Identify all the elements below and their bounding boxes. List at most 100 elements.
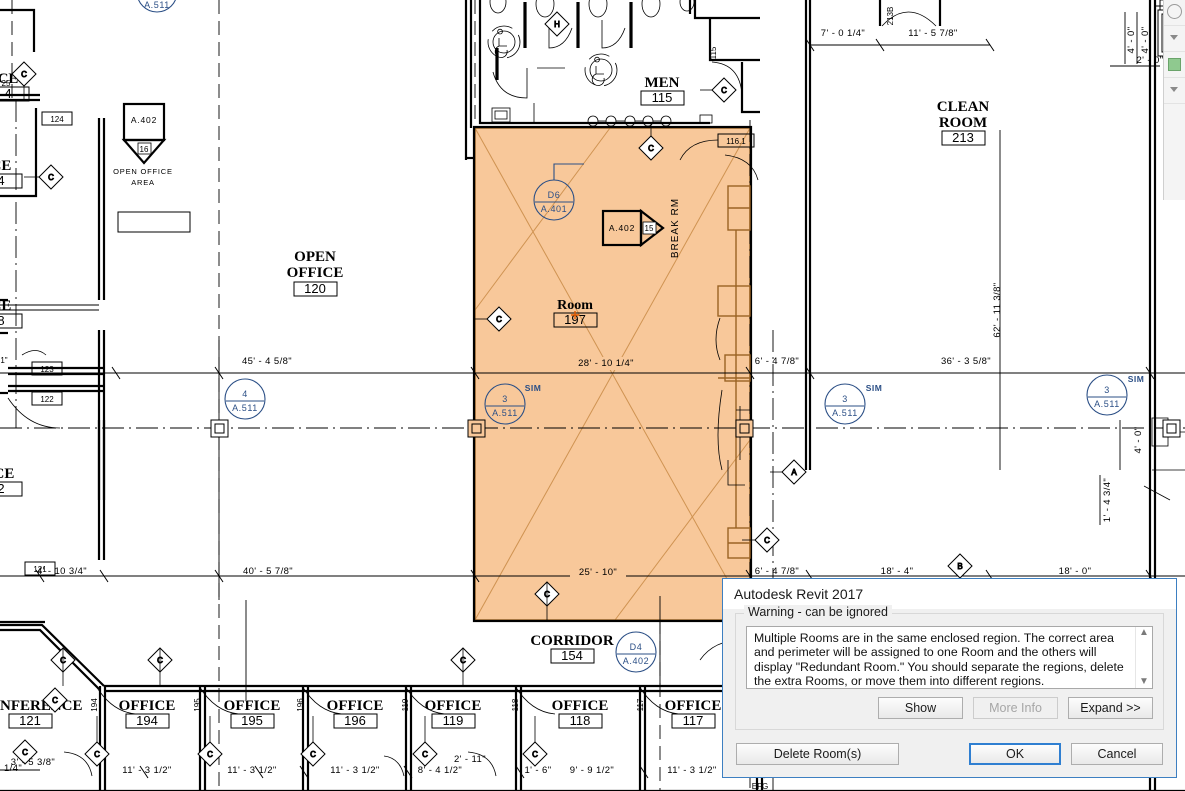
svg-text:A.511: A.511 — [832, 408, 858, 418]
svg-text:1' - 6": 1' - 6" — [525, 765, 552, 776]
svg-text:A.402: A.402 — [609, 223, 635, 233]
svg-text:194: 194 — [136, 713, 158, 728]
svg-text:OFFICE: OFFICE — [287, 265, 344, 281]
svg-text:18' - 4": 18' - 4" — [881, 566, 914, 577]
ok-button[interactable]: OK — [969, 743, 1061, 765]
svg-text:OPEN OFFICE: OPEN OFFICE — [113, 167, 173, 176]
chevron-down-icon — [1170, 87, 1178, 92]
green-swatch-icon — [1168, 58, 1181, 71]
svg-text:15: 15 — [645, 224, 654, 233]
scroll-up-icon[interactable]: ▲ — [1139, 628, 1149, 638]
svg-text:CONFERENCE: CONFERENCE — [0, 698, 83, 714]
room-label-partial-4: CE 4 — [0, 158, 23, 189]
room-label-corridor-154: CORRIDOR 154 — [530, 633, 614, 664]
more-info-button: More Info — [973, 697, 1058, 719]
svg-text:C: C — [207, 750, 213, 759]
svg-text:OFFICE: OFFICE — [425, 698, 482, 714]
callout-d4-a402: D4 A.402 — [615, 631, 657, 673]
cancel-button[interactable]: Cancel — [1071, 743, 1163, 765]
svg-text:119: 119 — [443, 713, 464, 728]
svg-text:45' - 4 5/8": 45' - 4 5/8" — [242, 356, 292, 367]
panel-row-chevron-1[interactable] — [1164, 26, 1185, 52]
svg-text:OFFICE: OFFICE — [665, 698, 722, 714]
svg-text:118: 118 — [511, 698, 520, 711]
svg-text:117: 117 — [683, 713, 704, 728]
svg-text:11' - 5 7/8": 11' - 5 7/8" — [908, 28, 957, 39]
svg-text:CLEAN: CLEAN — [937, 99, 990, 115]
warning-group-legend: Warning - can be ignored — [744, 605, 892, 619]
room-label-men-115: MEN 115 — [640, 75, 685, 106]
svg-text:3: 3 — [842, 394, 848, 404]
svg-text:C: C — [21, 70, 27, 79]
room-label-office-118: OFFICE 118 — [552, 698, 609, 729]
svg-text:11' - 3 1/2": 11' - 3 1/2" — [667, 765, 716, 776]
svg-text:2' - 0": 2' - 0" — [1137, 55, 1164, 66]
dialog-body: Warning - can be ignored Multiple Rooms … — [723, 605, 1176, 765]
svg-text:122: 122 — [40, 395, 54, 404]
svg-text:4: 4 — [242, 389, 248, 399]
svg-text:11' - 3 1/2": 11' - 3 1/2" — [330, 765, 379, 776]
revit-warning-dialog[interactable]: Autodesk Revit 2017 Warning - can be ign… — [722, 578, 1177, 778]
svg-text:OFFICE: OFFICE — [327, 698, 384, 714]
room-label-office-196: OFFICE 196 — [327, 698, 384, 729]
delete-rooms-button[interactable]: Delete Room(s) — [736, 743, 899, 765]
warning-message-box[interactable]: Multiple Rooms are in the same enclosed … — [746, 626, 1153, 689]
scroll-down-icon[interactable]: ▼ — [1139, 677, 1149, 687]
svg-text:C: C — [422, 750, 428, 759]
panel-row-circle[interactable] — [1164, 0, 1185, 26]
svg-text:SIM: SIM — [866, 383, 883, 393]
svg-text:A.511: A.511 — [1094, 399, 1120, 409]
svg-text:OPEN: OPEN — [294, 249, 336, 265]
right-edge-panel[interactable] — [1163, 0, 1185, 200]
svg-text:123: 123 — [40, 365, 54, 374]
panel-row-green[interactable] — [1164, 52, 1185, 78]
svg-text:CE: CE — [0, 298, 11, 314]
svg-text:195: 195 — [241, 713, 263, 728]
circle-icon — [1167, 4, 1182, 19]
svg-text:C: C — [310, 750, 316, 759]
svg-text:A.402: A.402 — [623, 656, 650, 666]
svg-text:4' - 10 3/4": 4' - 10 3/4" — [37, 566, 87, 577]
svg-text:119: 119 — [401, 698, 410, 711]
panel-row-chevron-2[interactable] — [1164, 78, 1185, 104]
svg-text:4: 4 — [0, 173, 5, 188]
room-label-office-195: OFFICE 195 — [224, 698, 280, 729]
show-button[interactable]: Show — [878, 697, 963, 719]
svg-text:196: 196 — [344, 713, 366, 728]
svg-text:C: C — [532, 750, 538, 759]
room-label-office-117: OFFICE 117 — [665, 698, 722, 729]
svg-text:C: C — [48, 173, 54, 182]
svg-text:3: 3 — [1104, 385, 1110, 395]
revit-plan-workspace: .w { stroke:#000; fill:none; } .w1 { str… — [0, 0, 1185, 791]
svg-text:C: C — [94, 750, 100, 759]
callout-3-a511-right: 3 A.511 SIM — [1086, 374, 1144, 416]
svg-text:196: 196 — [296, 698, 305, 712]
room-label-office-194: OFFICE 194 — [119, 698, 175, 729]
room-label-conference-121: CONFERENCE 121 — [0, 698, 83, 729]
svg-text:9' - 9 1/2": 9' - 9 1/2" — [570, 765, 614, 776]
footer-right-buttons: OK Cancel — [969, 743, 1163, 765]
svg-text:C: C — [52, 696, 58, 705]
svg-text:4' - 0": 4' - 0" — [1133, 427, 1144, 454]
svg-text:194: 194 — [90, 698, 99, 712]
section-marker-16-a402: A.402 16 — [121, 102, 167, 165]
svg-text:154: 154 — [561, 648, 583, 663]
message-scrollbar[interactable]: ▲ ▼ — [1135, 627, 1152, 688]
svg-text:4' - 0": 4' - 0" — [1126, 27, 1137, 54]
svg-text:EFG: EFG — [752, 782, 768, 791]
svg-text:C: C — [648, 144, 654, 153]
dialog-footer: Delete Room(s) OK Cancel — [735, 743, 1164, 765]
svg-text:A.402: A.402 — [131, 115, 157, 125]
svg-text:D4: D4 — [630, 642, 643, 652]
svg-text:A.511: A.511 — [144, 0, 170, 10]
svg-text:OFFICE: OFFICE — [552, 698, 609, 714]
svg-text:A: A — [791, 468, 797, 477]
svg-text:115: 115 — [709, 46, 718, 59]
svg-text:C: C — [22, 748, 28, 757]
svg-text:Room: Room — [557, 298, 593, 313]
svg-text:SIM: SIM — [525, 383, 542, 393]
svg-text:C: C — [721, 86, 727, 95]
expand-button[interactable]: Expand >> — [1068, 697, 1153, 719]
svg-text:25: 25 — [2, 79, 11, 88]
svg-text:25' - 10": 25' - 10" — [579, 567, 617, 578]
